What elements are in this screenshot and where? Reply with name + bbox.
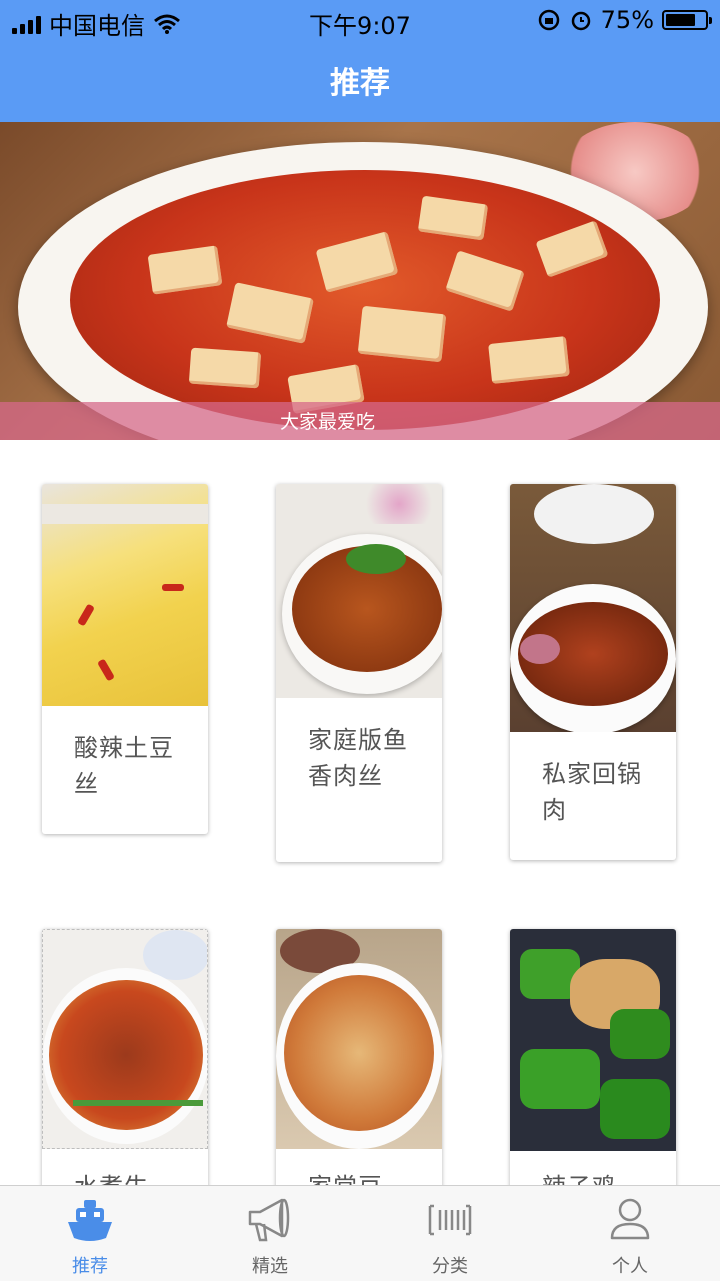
banner-dish-image xyxy=(70,170,660,430)
status-right: 75% xyxy=(537,6,712,34)
page-title: 推荐 xyxy=(330,66,390,101)
tab-label: 精选 xyxy=(252,1256,288,1277)
banner-caption: 大家最爱吃 xyxy=(280,411,376,433)
battery-percent: 75% xyxy=(600,6,654,34)
battery-fill xyxy=(666,14,695,26)
recipe-photo xyxy=(42,484,208,706)
recipe-name: 家庭版鱼香肉丝 xyxy=(308,726,408,790)
megaphone-icon xyxy=(248,1198,290,1242)
battery-icon xyxy=(662,10,712,30)
recipe-card[interactable]: 家庭版鱼香肉丝 xyxy=(276,484,442,862)
recipe-card[interactable]: 酸辣土豆丝 xyxy=(42,484,208,834)
recipe-photo xyxy=(276,484,442,698)
recipe-card[interactable]: 私家回锅肉 xyxy=(510,484,676,860)
banner-caption-bar: 大家最爱吃 xyxy=(0,402,720,440)
featured-banner[interactable]: 大家最爱吃 xyxy=(0,122,720,440)
recipe-card[interactable]: 家常豆 xyxy=(276,929,442,1229)
recipe-photo xyxy=(276,929,442,1149)
boat-icon xyxy=(68,1200,112,1241)
recipe-photo xyxy=(42,929,208,1149)
navigation-bar: 推荐 xyxy=(0,40,720,122)
recipe-photo xyxy=(510,929,676,1151)
tab-label: 推荐 xyxy=(72,1256,108,1277)
tab-profile[interactable]: 个人 xyxy=(540,1186,720,1281)
tab-bar: 推荐 精选 分类 个人 xyxy=(0,1185,720,1281)
barcode-icon xyxy=(428,1204,472,1236)
orientation-lock-icon xyxy=(538,9,559,31)
tab-featured[interactable]: 精选 xyxy=(180,1186,360,1281)
recipe-card[interactable]: 水煮牛 xyxy=(42,929,208,1229)
tab-label: 个人 xyxy=(612,1256,648,1277)
recipe-card[interactable]: 辣子鸡 xyxy=(510,929,676,1229)
person-icon xyxy=(610,1198,650,1240)
alarm-icon xyxy=(571,11,590,31)
status-bar: 中国电信 下午9:07 75% xyxy=(0,0,720,40)
tab-label: 分类 xyxy=(432,1256,468,1277)
recipe-name: 酸辣土豆丝 xyxy=(74,734,174,798)
tab-recommend[interactable]: 推荐 xyxy=(0,1186,180,1281)
recipe-name: 私家回锅肉 xyxy=(542,760,642,824)
recipe-photo xyxy=(510,484,676,732)
tab-category[interactable]: 分类 xyxy=(360,1186,540,1281)
